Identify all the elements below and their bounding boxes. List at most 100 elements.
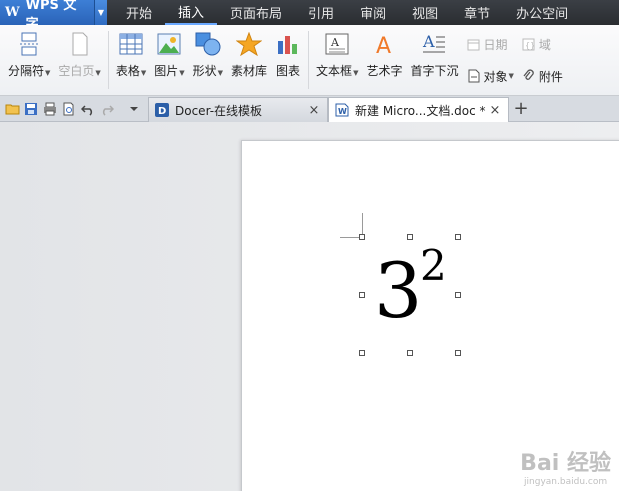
equation-object[interactable]: 3 2	[374, 245, 447, 329]
chart-button[interactable]: 图表	[271, 31, 305, 79]
customize-toolbar-icon[interactable]	[125, 100, 143, 118]
paperclip-icon	[522, 69, 536, 83]
caret-down-icon: ▼	[45, 69, 51, 77]
shape-label: 形状	[192, 64, 217, 78]
material-library-label: 素材库	[231, 64, 268, 78]
ribbon-divider	[308, 31, 310, 89]
svg-text:A: A	[330, 36, 340, 49]
new-tab-button[interactable]: +	[509, 96, 533, 121]
caret-down-icon: ▼	[508, 72, 514, 80]
svg-text:W: W	[338, 107, 347, 116]
redo-icon[interactable]	[98, 100, 116, 118]
tab-home[interactable]: 开始	[113, 0, 165, 25]
print-preview-icon[interactable]	[60, 100, 78, 118]
field-button[interactable]: {} 域	[520, 33, 565, 55]
ribbon-insert: 分隔符▼ 空白页▼ 表格▼ 图片▼ 形状▼ 素材库 图表 A 文本框▼ A 艺术…	[0, 25, 619, 96]
field-icon: {}	[522, 37, 536, 51]
equation-exponent: 2	[420, 241, 447, 290]
field-label: 域	[538, 37, 551, 52]
caret-down-icon: ▼	[217, 69, 224, 77]
resize-handle[interactable]	[359, 350, 365, 356]
attachment-label: 附件	[538, 69, 563, 84]
tab-insert[interactable]: 插入	[165, 0, 218, 25]
quick-access-toolbar	[0, 96, 148, 121]
object-button[interactable]: 对象 ▼	[464, 65, 515, 87]
close-icon[interactable]: ×	[307, 103, 321, 118]
page-break-label: 分隔符	[8, 64, 45, 78]
print-icon[interactable]	[41, 100, 59, 118]
resize-handle[interactable]	[455, 292, 461, 298]
picture-button[interactable]: 图片▼	[150, 31, 188, 79]
doc-tab-docer[interactable]: D Docer-在线模板 ×	[148, 97, 328, 122]
drop-cap-icon: A	[421, 31, 447, 57]
object-label: 对象	[483, 69, 508, 84]
doc-tab-title: 新建 Micro...文档.doc *	[355, 103, 486, 118]
save-icon[interactable]	[22, 100, 40, 118]
watermark-url: jingyan.baidu.com	[524, 477, 608, 487]
document-workspace: 3 2 Bai 经验 jingyan.baidu.com	[0, 122, 619, 491]
wps-logo-icon: W	[5, 5, 20, 20]
blank-page-button[interactable]: 空白页▼	[54, 31, 104, 79]
picture-label: 图片	[154, 64, 179, 78]
calendar-icon	[466, 37, 480, 51]
tab-office-space[interactable]: 办公空间	[503, 0, 581, 25]
document-page[interactable]: 3 2	[241, 140, 619, 491]
date-button[interactable]: 日期	[464, 33, 515, 55]
textbox-icon: A	[324, 31, 350, 57]
date-label: 日期	[483, 37, 508, 52]
equation-base: 3	[374, 246, 423, 335]
resize-handle[interactable]	[455, 350, 461, 356]
caret-down-icon: ▼	[95, 69, 101, 77]
resize-handle[interactable]	[407, 234, 413, 240]
drop-cap-button[interactable]: A 首字下沉	[406, 31, 462, 79]
undo-icon[interactable]	[79, 100, 97, 118]
svg-text:D: D	[158, 106, 166, 117]
app-dropdown-button[interactable]: ▼	[94, 0, 107, 25]
resize-handle[interactable]	[359, 234, 365, 240]
menu-tabs: 开始 插入 页面布局 引用 审阅 视图 章节 办公空间	[113, 0, 581, 25]
quick-access-and-doc-tabs: D Docer-在线模板 × W 新建 Micro...文档.doc * × +	[0, 96, 619, 122]
star-icon	[236, 31, 263, 57]
picture-icon	[156, 31, 182, 57]
shape-button[interactable]: 形状▼	[189, 31, 227, 79]
svg-text:{}: {}	[525, 41, 535, 50]
table-label: 表格	[115, 64, 140, 78]
drop-cap-label: 首字下沉	[410, 64, 459, 78]
resize-handle[interactable]	[407, 350, 413, 356]
tab-page-layout[interactable]: 页面布局	[217, 0, 295, 25]
wordart-icon: A	[371, 31, 397, 57]
blank-page-label: 空白页	[58, 64, 95, 78]
close-icon[interactable]: ×	[488, 103, 502, 118]
menu-bar: W WPS 文字 ▼ 开始 插入 页面布局 引用 审阅 视图 章节 办公空间	[0, 0, 619, 32]
word-doc-icon: W	[335, 103, 349, 117]
wordart-button[interactable]: A 艺术字	[362, 31, 406, 79]
caret-down-icon: ▼	[353, 69, 359, 77]
chart-icon	[275, 31, 301, 57]
open-folder-icon[interactable]	[3, 100, 21, 118]
textbox-button[interactable]: A 文本框▼	[312, 31, 362, 79]
resize-handle[interactable]	[359, 292, 365, 298]
tab-view[interactable]: 视图	[399, 0, 451, 25]
doc-tab-title: Docer-在线模板	[175, 103, 263, 118]
tab-references[interactable]: 引用	[295, 0, 347, 25]
svg-text:A: A	[422, 33, 435, 51]
object-icon	[466, 69, 480, 83]
shape-icon	[195, 31, 221, 57]
material-library-button[interactable]: 素材库	[227, 31, 271, 79]
wordart-label: 艺术字	[366, 64, 403, 78]
page-break-icon	[16, 31, 42, 57]
tab-chapter[interactable]: 章节	[451, 0, 503, 25]
resize-handle[interactable]	[455, 234, 461, 240]
docer-icon: D	[155, 103, 169, 117]
tab-review[interactable]: 审阅	[347, 0, 399, 25]
ribbon-divider	[107, 31, 109, 89]
table-button[interactable]: 表格▼	[112, 31, 150, 79]
caret-down-icon: ▼	[179, 69, 185, 77]
page-break-button[interactable]: 分隔符▼	[4, 31, 54, 79]
svg-text:A: A	[376, 34, 391, 56]
app-menu-button[interactable]: W WPS 文字	[0, 0, 94, 32]
doc-tab-current[interactable]: W 新建 Micro...文档.doc * ×	[328, 97, 509, 122]
attachment-button[interactable]: 附件	[520, 65, 565, 87]
caret-down-icon: ▼	[140, 69, 147, 77]
watermark: Bai 经验 jingyan.baidu.com	[520, 445, 611, 487]
